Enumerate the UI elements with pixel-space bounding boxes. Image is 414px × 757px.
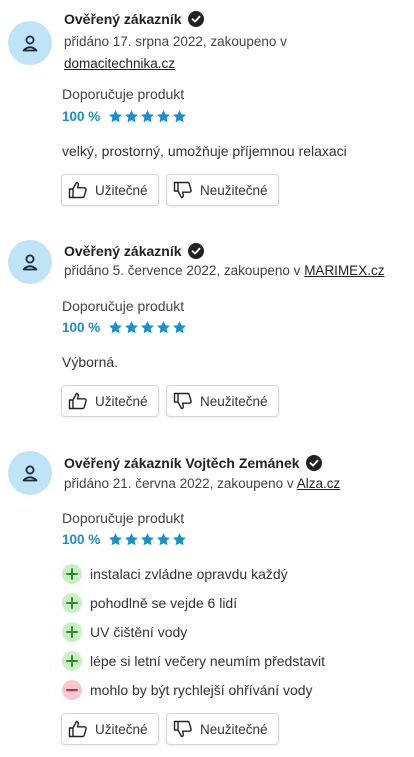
star-icon [125,110,139,123]
minus-icon [62,680,82,700]
author-name: Ověřený zákazník [64,243,182,259]
thumbs-down-icon [173,720,192,738]
star-icon [125,533,139,546]
pro-text: pohodlně se vejde 6 lidí [90,595,238,611]
review-date: přidáno 5. července 2022, zakoupeno v [64,263,301,278]
helpful-label: Užitečné [95,182,148,198]
recommend-label: Doporučuje produkt [62,510,185,526]
star-icon [157,321,171,334]
thumbs-up-icon [68,720,87,738]
thumbs-down-icon [173,181,192,199]
con-text: mohlo by být rychlejší ohřívání vody [90,682,313,698]
unhelpful-button[interactable]: Neužitečné [166,174,279,206]
rating: 100 % [62,109,187,124]
thumbs-down-icon [173,392,192,410]
author-name: Ověřený zákazník Vojtěch Zemánek [64,455,300,471]
review-meta: přidáno 5. července 2022, zakoupeno v MA… [64,260,384,282]
user-icon [22,465,38,482]
check-circle-icon [187,11,204,27]
star-icon [109,533,123,546]
author-name: Ověřený zákazník [64,11,182,27]
review-date: přidáno 17. srpna 2022, zakoupeno v [64,34,287,49]
review-meta: přidáno 17. srpna 2022, zakoupeno v doma… [64,31,287,75]
unhelpful-button[interactable]: Neužitečné [166,385,279,417]
thumbs-up-icon [68,392,87,410]
rating: 100 % [62,532,187,547]
review-date: přidáno 21. června 2022, zakoupeno v [64,476,294,491]
review-author: Ověřený zákazník [64,243,204,259]
user-icon [22,35,38,52]
star-rating [108,532,187,547]
star-icon [173,110,187,123]
star-rating [108,109,187,124]
check-circle-icon [305,455,322,471]
pro-item: lépe si letní večery neumím představit [62,651,325,671]
pro-text: UV čištění vody [90,624,188,640]
avatar [8,240,52,284]
review-text: velký, prostorný, umožňuje příjemnou rel… [62,143,347,159]
pro-item: pohodlně se vejde 6 lidí [62,593,237,613]
helpful-button[interactable]: Užitečné [61,174,159,206]
unhelpful-button[interactable]: Neužitečné [166,713,279,745]
avatar [8,21,52,65]
check-circle-icon [187,243,204,259]
review-author: Ověřený zákazník Vojtěch Zemánek [64,455,322,471]
plus-icon [62,622,82,642]
plus-icon [62,564,82,584]
user-icon [22,254,38,271]
review-author: Ověřený zákazník [64,11,204,27]
review-meta: přidáno 21. června 2022, zakoupeno v Alz… [64,473,340,495]
rating-percent: 100 % [62,109,101,124]
helpful-label: Užitečné [95,721,148,737]
star-icon [173,533,187,546]
plus-icon [62,651,82,671]
pro-text: instalaci zvládne opravdu každý [90,566,288,582]
shop-link[interactable]: MARIMEX.cz [304,263,384,278]
star-icon [141,110,155,123]
pro-text: lépe si letní večery neumím představit [90,653,325,669]
unhelpful-label: Neužitečné [200,721,268,737]
pro-item: instalaci zvládne opravdu každý [62,564,288,584]
star-icon [109,321,123,334]
shop-link[interactable]: Alza.cz [297,476,341,491]
star-icon [125,321,139,334]
star-icon [141,533,155,546]
star-icon [141,321,155,334]
star-icon [157,533,171,546]
con-item: mohlo by být rychlejší ohřívání vody [62,680,313,700]
helpful-label: Užitečné [95,393,148,409]
rating-percent: 100 % [62,532,101,547]
helpful-button[interactable]: Užitečné [61,385,159,417]
unhelpful-label: Neužitečné [200,182,268,198]
shop-link[interactable]: domacitechnika.cz [64,56,175,71]
star-icon [157,110,171,123]
thumbs-up-icon [68,181,87,199]
star-rating [108,320,187,335]
star-icon [173,321,187,334]
review-text: Výborná. [62,354,119,370]
star-icon [109,110,123,123]
rating-percent: 100 % [62,320,101,335]
unhelpful-label: Neužitečné [200,393,268,409]
rating: 100 % [62,320,187,335]
avatar [8,451,52,495]
helpful-button[interactable]: Užitečné [61,713,159,745]
recommend-label: Doporučuje produkt [62,298,185,314]
plus-icon [62,593,82,613]
recommend-label: Doporučuje produkt [62,86,185,102]
pro-item: UV čištění vody [62,622,187,642]
